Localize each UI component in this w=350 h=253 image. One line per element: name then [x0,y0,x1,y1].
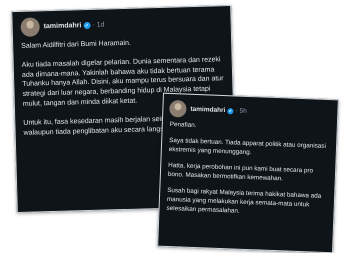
username[interactable]: tamimdahri [44,22,82,30]
verified-badge-icon: ✓ [227,107,234,114]
separator-dot: · [92,21,95,29]
username[interactable]: tamimdahri [190,106,225,114]
post-body: Penafian. Saya tidak bertuan. Tiada appa… [166,120,330,226]
post-paragraph: Hatta, kerja perobohan ini pun kami buat… [167,161,314,183]
post-header: tamimdahri ✓ · 1d [20,16,105,37]
avatar[interactable] [169,99,187,118]
post-paragraph: Salam Aidilfitri dari Bumi Haramain. [21,39,131,50]
post-paragraph: Saya tidak bertuan. Tiada apparat politi… [168,136,327,157]
post-timestamp[interactable]: 5h [239,108,246,115]
post-header: tamimdahri ✓ · 5h [169,99,247,120]
separator-dot: · [235,107,238,115]
avatar[interactable] [20,17,40,37]
post-timestamp[interactable]: 1d [97,22,105,29]
post-paragraph: Susah bagi rakyat Malaysia terima hakika… [166,186,322,215]
post-card-2: tamimdahri ✓ · 5h Penafian. Saya tidak b… [157,92,339,253]
post-paragraph: Penafian. [169,120,197,129]
verified-badge-icon: ✓ [83,21,91,30]
